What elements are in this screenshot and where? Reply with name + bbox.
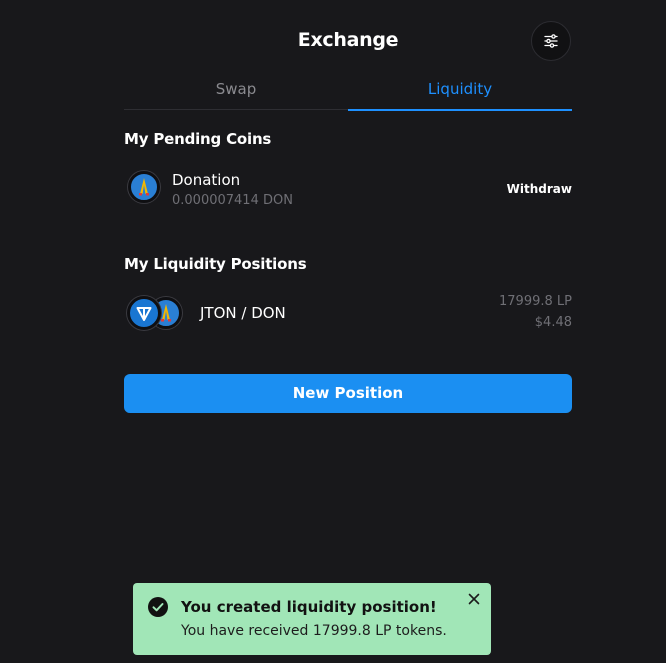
pending-coin-amount: 0.000007414 DON: [172, 193, 293, 208]
exchange-tabs: Swap Liquidity: [124, 73, 572, 111]
new-position-button[interactable]: New Position: [124, 374, 572, 413]
position-value: $4.48: [534, 315, 572, 330]
exchange-page: Exchange Swap Liquidity My Pending Coins: [0, 0, 666, 663]
success-toast: You created liquidity position! You have…: [133, 583, 491, 655]
settings-button[interactable]: [531, 21, 571, 61]
don-coin-icon: [128, 171, 160, 203]
position-lp-amount: 17999.8 LP: [499, 294, 572, 309]
tab-liquidity[interactable]: Liquidity: [348, 73, 572, 111]
close-icon[interactable]: [466, 591, 482, 607]
header: Exchange: [0, 20, 666, 62]
jton-coin-icon: [127, 296, 161, 330]
sliders-icon: [544, 34, 558, 48]
pending-coins-title: My Pending Coins: [124, 130, 272, 148]
tab-swap[interactable]: Swap: [124, 73, 348, 110]
toast-message: You have received 17999.8 LP tokens.: [181, 623, 447, 639]
check-circle-icon: [148, 597, 168, 617]
toast-title: You created liquidity position!: [181, 598, 437, 616]
withdraw-button[interactable]: Withdraw: [500, 179, 572, 199]
liquidity-positions-title: My Liquidity Positions: [124, 255, 307, 273]
pending-coin-name: Donation: [172, 171, 241, 189]
position-pair-name: JTON / DON: [200, 304, 286, 322]
